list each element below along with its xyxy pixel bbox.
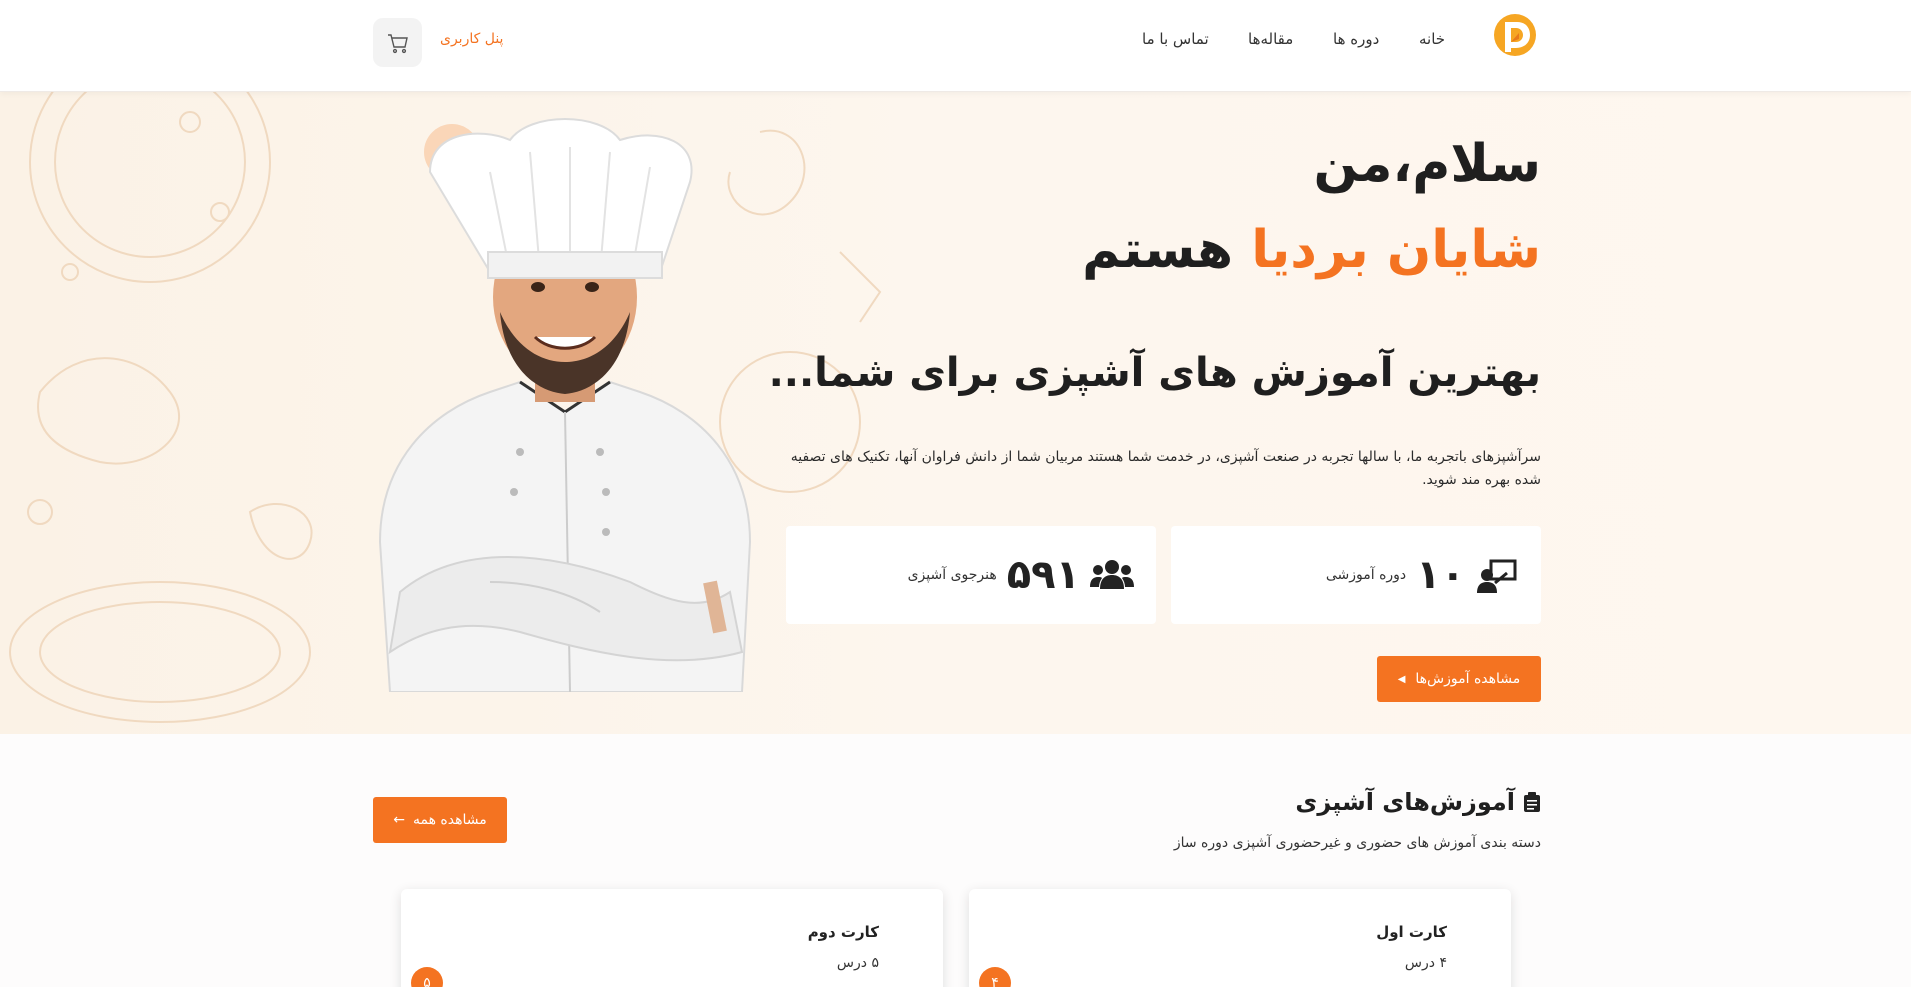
- course-card-lessons: ۵ درس: [836, 955, 879, 971]
- clipboard-icon: [1524, 792, 1540, 812]
- hero-subtitle: بهترین آموزش های آشپزی برای شما...: [768, 350, 1541, 396]
- stat-label-students: هنرجوی آشپزی: [907, 567, 997, 583]
- view-courses-button[interactable]: مشاهده آموزش‌ها ◀: [1377, 656, 1541, 702]
- stat-value-courses: ۱۰: [1416, 552, 1465, 598]
- hero-name-suffix: هستم: [1082, 220, 1252, 280]
- see-all-button[interactable]: مشاهده همه ←: [373, 797, 507, 843]
- hero-greeting: سلام،من: [1313, 134, 1541, 194]
- logo-icon[interactable]: [1492, 12, 1538, 58]
- course-card-lessons: ۴ درس: [1404, 955, 1447, 971]
- view-courses-label: مشاهده آموزش‌ها: [1415, 671, 1521, 687]
- hero-name: شایان بردیا: [1251, 220, 1541, 280]
- food-doodle-background: [9, 92, 882, 723]
- stat-label-courses: دوره آموزشی: [1325, 567, 1407, 583]
- arrow-left-icon: ←: [393, 812, 405, 828]
- cart-icon: [387, 33, 408, 53]
- course-card-title: کارت دوم: [807, 923, 879, 941]
- hero-description: سرآشپزهای باتجربه ما، با سالها تجربه در …: [790, 449, 1541, 488]
- user-panel-link[interactable]: پنل کاربری: [440, 31, 503, 47]
- chevron-left-icon: ◀: [1397, 673, 1406, 685]
- course-card-badge: ۴: [979, 967, 1011, 987]
- stat-card-courses: ۱۰ دوره آموزشی: [1171, 526, 1541, 624]
- nav-courses[interactable]: دوره ها: [1333, 30, 1379, 48]
- users-icon: [1090, 560, 1134, 589]
- chef-image: [378, 118, 752, 692]
- courses-subtitle: دسته بندی آموزش های حضوری و غیرحضوری آشپ…: [1173, 835, 1541, 851]
- stat-card-students: ۵۹۱ هنرجوی آشپزی: [786, 526, 1156, 624]
- course-card-1[interactable]: کارت اول ۴ درس ۴: [969, 889, 1511, 987]
- cart-button[interactable]: [373, 18, 422, 67]
- course-card-title: کارت اول: [1376, 923, 1447, 941]
- see-all-label: مشاهده همه: [412, 812, 487, 828]
- course-card-badge: ۵: [411, 967, 443, 987]
- presentation-icon: [1477, 559, 1517, 593]
- nav-contact[interactable]: تماس با ما: [1142, 30, 1209, 48]
- courses-title-text: آموزش‌های آشپزی: [1295, 788, 1515, 816]
- hero-section: سلام،من شایان بردیا هستم بهترین آموزش ها…: [0, 92, 1911, 734]
- nav-articles[interactable]: مقاله‌ها: [1248, 30, 1293, 48]
- nav-home[interactable]: خانه: [1419, 30, 1445, 48]
- course-card-2[interactable]: کارت دوم ۵ درس ۵: [401, 889, 943, 987]
- site-header: خانه دوره ها مقاله‌ها تماس با ما پنل کار…: [0, 0, 1911, 92]
- hero-name-line: شایان بردیا هستم: [1082, 220, 1541, 280]
- stat-value-students: ۵۹۱: [1006, 552, 1080, 598]
- courses-section-title: آموزش‌های آشپزی: [1295, 788, 1541, 816]
